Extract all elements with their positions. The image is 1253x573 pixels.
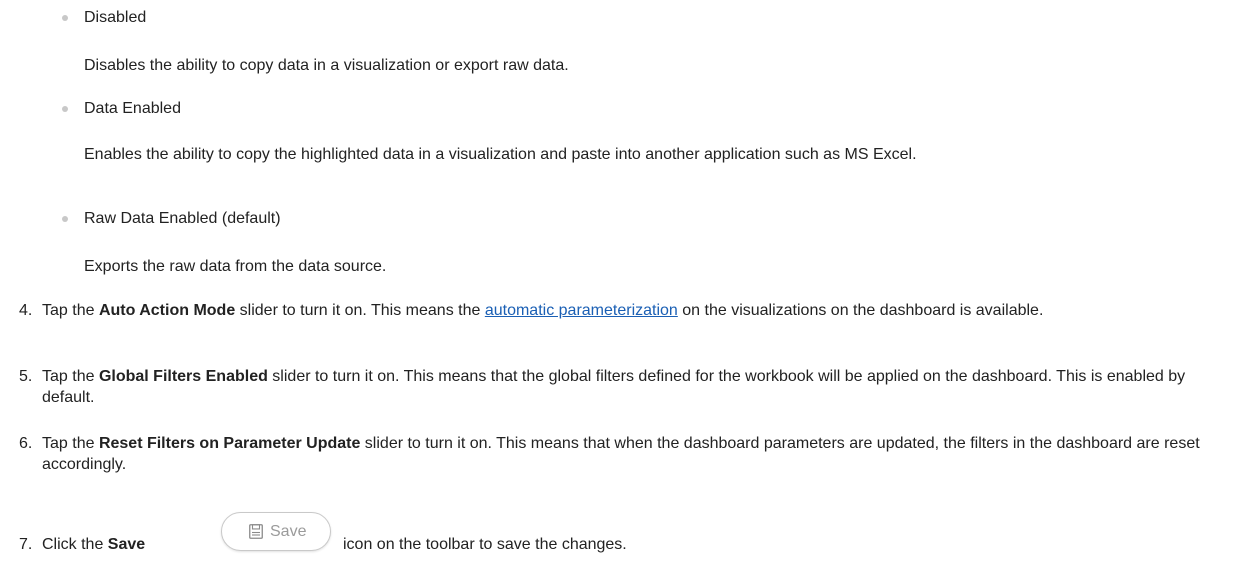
save-button[interactable]: Save: [221, 512, 331, 551]
step-text-suffix: icon on the toolbar to save the changes.: [343, 536, 627, 553]
bullet-icon: [62, 216, 68, 222]
step-ui-term: Save: [107, 536, 146, 553]
step-text-prefix: Tap the: [42, 435, 99, 452]
bullet-icon: [62, 15, 68, 21]
step-number: 5.: [19, 368, 33, 385]
step-ui-term: Auto Action Mode: [98, 302, 236, 319]
save-icon: [249, 524, 263, 539]
step-text: Click the Save: [42, 534, 242, 555]
step-text-prefix: Tap the: [42, 302, 99, 319]
option-title: Raw Data Enabled (default): [84, 210, 281, 227]
option-title: Disabled: [84, 9, 147, 26]
step-number: 6.: [19, 435, 33, 452]
option-description: Exports the raw data from the data sourc…: [84, 258, 387, 275]
step-number: 4.: [19, 302, 33, 319]
step-text: Tap the Auto Action Mode slider to turn …: [42, 300, 1202, 321]
step-text-prefix: Click the: [42, 536, 108, 553]
bullet-icon: [62, 106, 68, 112]
save-button-label: Save: [270, 523, 307, 540]
automatic-parameterization-link[interactable]: automatic parameterization: [485, 302, 678, 319]
option-description: Disables the ability to copy data in a v…: [84, 57, 569, 74]
option-description: Enables the ability to copy the highligh…: [84, 146, 917, 163]
step-text-suffix: on the visualizations on the dashboard i…: [677, 302, 1044, 319]
step-number: 7.: [19, 536, 33, 553]
step-ui-term: Global Filters Enabled: [98, 368, 268, 385]
step-ui-term: Reset Filters on Parameter Update: [98, 435, 361, 452]
step-text: Tap the Global Filters Enabled slider to…: [42, 366, 1202, 408]
option-title: Data Enabled: [84, 100, 181, 117]
step-text: Tap the Reset Filters on Parameter Updat…: [42, 433, 1202, 475]
step-text-middle: slider to turn it on. This means the: [235, 302, 485, 319]
step-text-prefix: Tap the: [42, 368, 99, 385]
